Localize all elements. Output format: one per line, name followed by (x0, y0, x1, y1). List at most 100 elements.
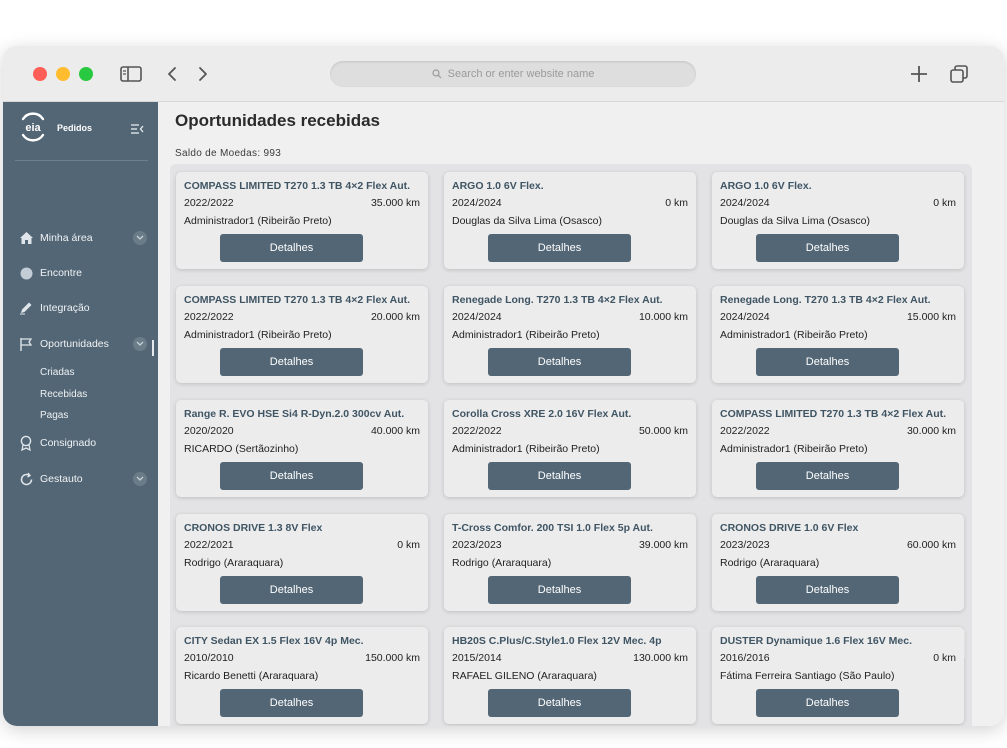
eia-logo-icon[interactable]: eia (19, 112, 47, 142)
new-tab-icon[interactable] (909, 64, 929, 84)
sidebar-item-gestauto[interactable]: Gestauto (17, 470, 147, 488)
sidebar-item-minha-area[interactable]: Minha área (17, 229, 147, 247)
vehicle-owner: Administrador1 (Ribeirão Preto) (452, 329, 600, 341)
opportunity-card: Corolla Cross XRE 2.0 16V Flex Aut. 2022… (444, 400, 696, 497)
sidebar-item-label: Gestauto (40, 473, 83, 485)
vehicle-km: 35.000 km (370, 197, 420, 209)
vehicle-title: CRONOS DRIVE 1.3 8V Flex (184, 522, 323, 534)
details-button[interactable]: Detalhes (756, 689, 899, 717)
chevron-down-icon[interactable] (133, 337, 147, 351)
vehicle-title: T-Cross Comfor. 200 TSI 1.0 Flex 5p Aut. (452, 522, 653, 534)
back-icon[interactable] (165, 65, 179, 83)
vehicle-owner: Administrador1 (Ribeirão Preto) (184, 329, 332, 341)
browser-window: Search or enter website name eia Pedidos… (3, 46, 1004, 726)
details-button[interactable]: Detalhes (220, 689, 363, 717)
opportunity-card: COMPASS LIMITED T270 1.3 TB 4×2 Flex Aut… (712, 400, 964, 497)
sidebar-toggle-icon[interactable] (120, 65, 142, 83)
vehicle-year: 2024/2024 (720, 197, 770, 209)
chevron-down-icon[interactable] (133, 231, 147, 245)
vehicle-km: 50.000 km (638, 425, 688, 437)
browser-toolbar: Search or enter website name (3, 46, 1004, 102)
vehicle-owner: Douglas da Silva Lima (Osasco) (452, 215, 602, 227)
vehicle-year: 2022/2022 (184, 311, 234, 323)
opportunity-card: COMPASS LIMITED T270 1.3 TB 4×2 Flex Aut… (176, 172, 428, 269)
vehicle-owner: Fátima Ferreira Santiago (São Paulo) (720, 670, 895, 682)
collapse-menu-icon[interactable] (130, 122, 144, 140)
sidebar-item-encontre[interactable]: Encontre (17, 264, 147, 282)
pencil-icon (17, 299, 35, 317)
sidebar-item-label: Encontre (40, 267, 83, 279)
details-button[interactable]: Detalhes (756, 348, 899, 376)
sidebar-subitem-pagas[interactable]: Pagas (40, 410, 68, 421)
vehicle-km: 39.000 km (638, 539, 688, 551)
page-title: Oportunidades recebidas (175, 111, 380, 130)
details-button[interactable]: Detalhes (488, 348, 631, 376)
vehicle-title: COMPASS LIMITED T270 1.3 TB 4×2 Flex Aut… (184, 294, 411, 306)
sidebar-item-integracao[interactable]: Integração (17, 299, 147, 317)
vehicle-title: Range R. EVO HSE Si4 R-Dyn.2.0 300cv Aut… (184, 408, 405, 420)
vehicle-owner: Rodrigo (Araraquara) (720, 557, 820, 569)
details-button[interactable]: Detalhes (220, 348, 363, 376)
details-button[interactable]: Detalhes (488, 234, 631, 262)
vehicle-owner: RICARDO (Sertãozinho) (184, 443, 299, 455)
vehicle-km: 0 km (933, 652, 956, 664)
minimize-window-button[interactable] (56, 67, 70, 81)
award-icon (17, 434, 35, 452)
main-content: Oportunidades recebidas Saldo de Moedas:… (158, 102, 1004, 726)
circle-icon (17, 264, 35, 282)
opportunity-card: CRONOS DRIVE 1.3 8V Flex 2022/2021 0 km … (176, 514, 428, 611)
forward-icon[interactable] (196, 65, 210, 83)
vehicle-owner: Administrador1 (Ribeirão Preto) (720, 443, 868, 455)
vehicle-title: CRONOS DRIVE 1.0 6V Flex (720, 522, 859, 534)
details-button[interactable]: Detalhes (756, 234, 899, 262)
details-button[interactable]: Detalhes (756, 462, 899, 490)
vehicle-km: 0 km (665, 197, 688, 209)
details-button[interactable]: Detalhes (756, 576, 899, 604)
maximize-window-button[interactable] (79, 67, 93, 81)
vehicle-km: 0 km (397, 539, 420, 551)
vehicle-owner: Rodrigo (Araraquara) (184, 557, 284, 569)
vehicle-year: 2024/2024 (452, 311, 502, 323)
tabs-overview-icon[interactable] (949, 64, 969, 84)
vehicle-year: 2016/2016 (720, 652, 770, 664)
opportunity-card: CITY Sedan EX 1.5 Flex 16V 4p Mec. 2010/… (176, 627, 428, 724)
vehicle-title: COMPASS LIMITED T270 1.3 TB 4×2 Flex Aut… (184, 180, 411, 192)
sidebar-subitem-criadas[interactable]: Criadas (40, 367, 74, 378)
address-placeholder: Search or enter website name (447, 68, 595, 80)
details-button[interactable]: Detalhes (488, 576, 631, 604)
details-button[interactable]: Detalhes (220, 462, 363, 490)
sidebar-subitem-recebidas[interactable]: Recebidas (40, 389, 87, 400)
sidebar-item-oportunidades[interactable]: Oportunidades (17, 335, 147, 353)
vehicle-year: 2022/2022 (184, 197, 234, 209)
logo-text: eia (25, 122, 41, 134)
opportunity-card: T-Cross Comfor. 200 TSI 1.0 Flex 5p Aut.… (444, 514, 696, 611)
close-window-button[interactable] (33, 67, 47, 81)
opportunity-card: ARGO 1.0 6V Flex. 2024/2024 0 km Douglas… (444, 172, 696, 269)
details-button[interactable]: Detalhes (488, 689, 631, 717)
refresh-icon (17, 470, 35, 488)
address-bar[interactable]: Search or enter website name (330, 61, 696, 87)
vehicle-km: 40.000 km (370, 425, 420, 437)
vehicle-owner: Administrador1 (Ribeirão Preto) (184, 215, 332, 227)
flag-icon (17, 335, 35, 353)
vehicle-km: 30.000 km (906, 425, 956, 437)
sidebar-item-label: Minha área (40, 232, 93, 244)
details-button[interactable]: Detalhes (488, 462, 631, 490)
brand-label: Pedidos (57, 123, 93, 133)
sidebar-item-label: Oportunidades (40, 338, 109, 350)
sidebar-item-label: Integração (40, 302, 90, 314)
vehicle-title: ARGO 1.0 6V Flex. (720, 180, 812, 192)
vehicle-title: Corolla Cross XRE 2.0 16V Flex Aut. (452, 408, 632, 420)
vehicle-year: 2022/2022 (720, 425, 770, 437)
sidebar-item-consignado[interactable]: Consignado (17, 434, 147, 452)
sidebar: eia Pedidos Minha área Encontre Integraç (3, 102, 158, 726)
opportunity-card: ARGO 1.0 6V Flex. 2024/2024 0 km Douglas… (712, 172, 964, 269)
vehicle-km: 10.000 km (638, 311, 688, 323)
coin-balance: Saldo de Moedas: 993 (175, 148, 282, 159)
opportunity-card: COMPASS LIMITED T270 1.3 TB 4×2 Flex Aut… (176, 286, 428, 383)
chevron-down-icon[interactable] (133, 472, 147, 486)
opportunity-card: DUSTER Dynamique 1.6 Flex 16V Mec. 2016/… (712, 627, 964, 724)
details-button[interactable]: Detalhes (220, 576, 363, 604)
details-button[interactable]: Detalhes (220, 234, 363, 262)
vehicle-year: 2020/2020 (184, 425, 234, 437)
